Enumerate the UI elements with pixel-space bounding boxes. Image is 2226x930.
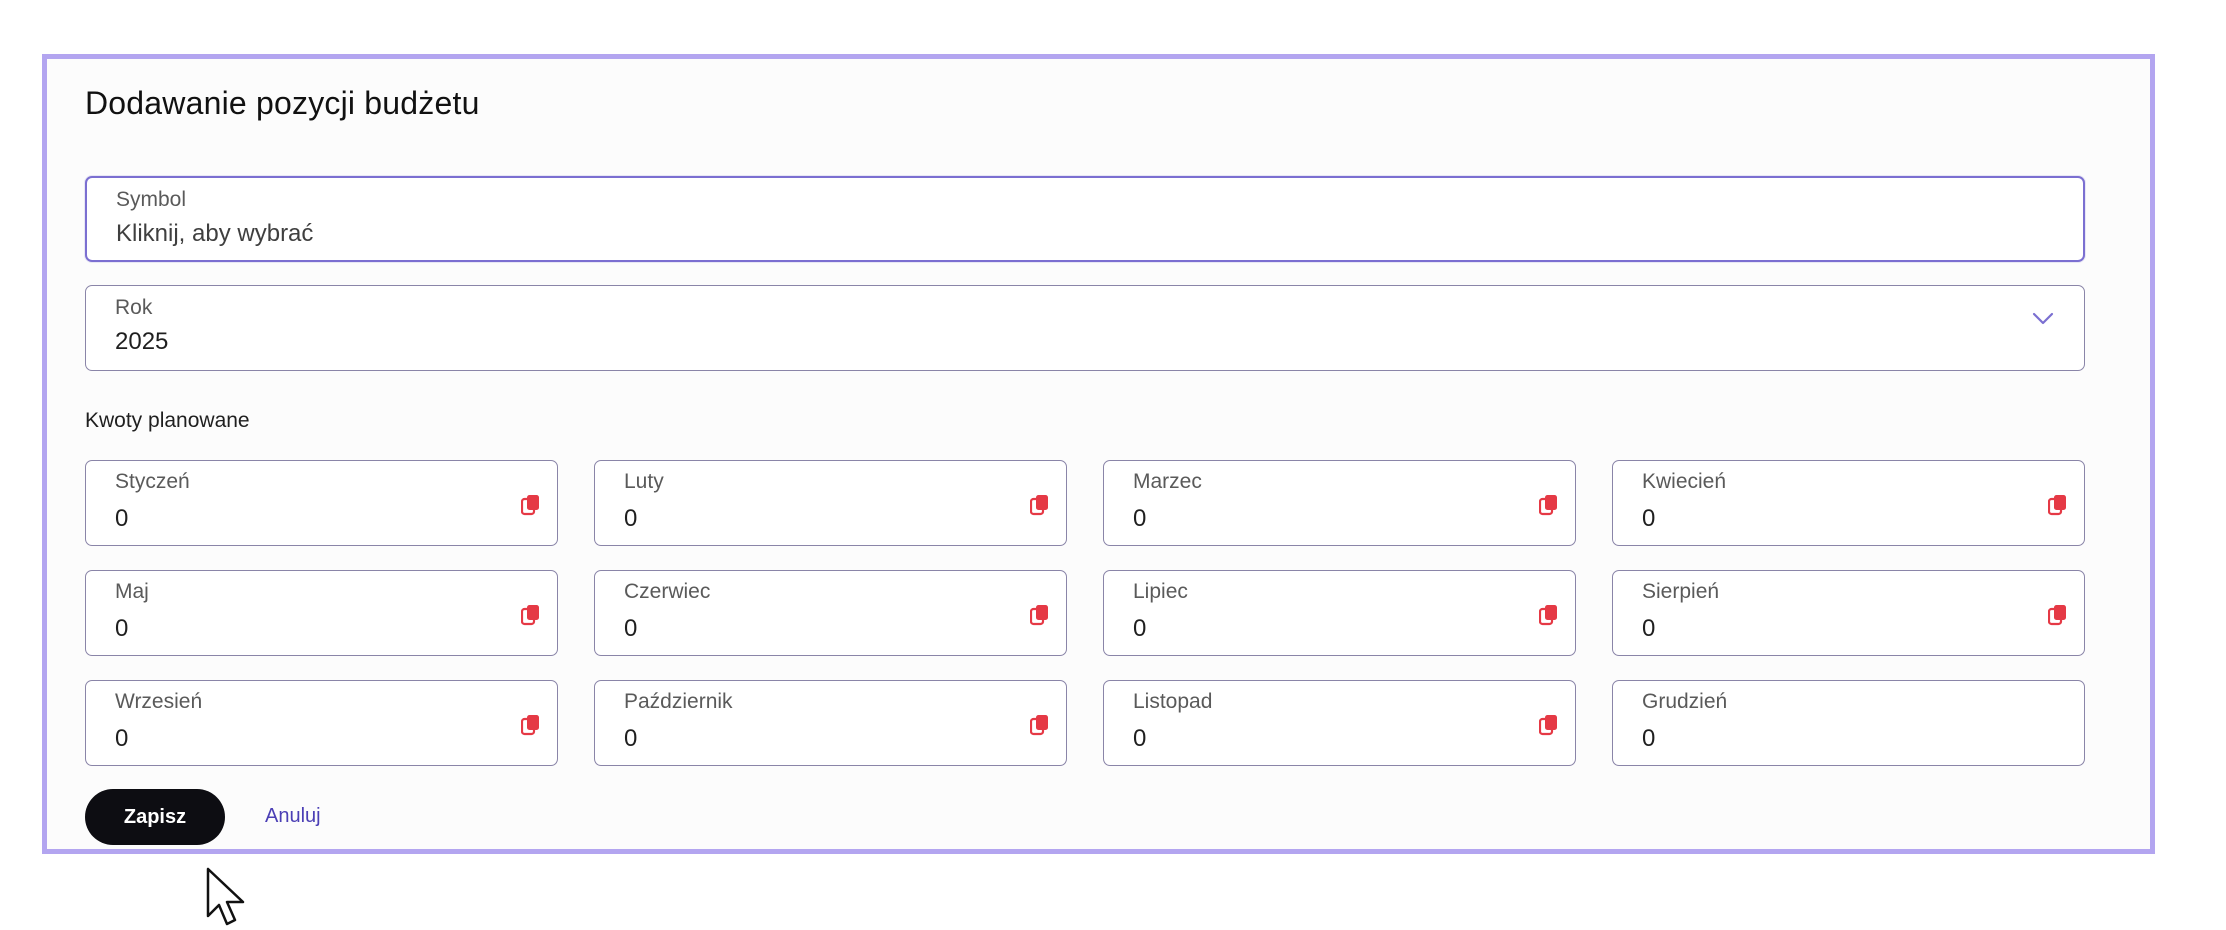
copy-icon[interactable] <box>1030 714 1050 736</box>
year-select[interactable]: Rok 2025 <box>85 285 2085 371</box>
amount-field[interactable]: Marzec 0 <box>1103 460 1576 546</box>
amount-field[interactable]: Kwiecień 0 <box>1612 460 2085 546</box>
symbol-field[interactable]: Symbol Kliknij, aby wybrać <box>85 176 2085 262</box>
amount-field-label: Marzec <box>1133 470 1202 493</box>
amount-field-value: 0 <box>1642 505 1656 532</box>
cancel-button[interactable]: Anuluj <box>265 805 321 828</box>
copy-icon[interactable] <box>2048 604 2068 626</box>
copy-icon[interactable] <box>2048 494 2068 516</box>
amount-field[interactable]: Grudzień 0 <box>1612 680 2085 766</box>
save-button[interactable]: Zapisz <box>85 789 225 845</box>
amount-field-value: 0 <box>1133 725 1147 752</box>
amount-field-label: Kwiecień <box>1642 470 1727 493</box>
amount-field[interactable]: Listopad 0 <box>1103 680 1576 766</box>
amount-field[interactable]: Sierpień 0 <box>1612 570 2085 656</box>
amount-field-label: Maj <box>115 580 149 603</box>
form-title: Dodawanie pozycji budżetu <box>85 85 480 121</box>
amount-field[interactable]: Czerwiec 0 <box>594 570 1067 656</box>
planned-amounts-label: Kwoty planowane <box>85 409 250 432</box>
copy-icon[interactable] <box>1539 494 1559 516</box>
amount-field-label: Grudzień <box>1642 690 1728 713</box>
mouse-pointer-icon <box>206 867 245 926</box>
amount-field-value: 0 <box>1133 505 1147 532</box>
copy-icon[interactable] <box>521 494 541 516</box>
budget-item-form: Dodawanie pozycji budżetu Symbol Kliknij… <box>42 54 2155 854</box>
copy-icon[interactable] <box>1539 714 1559 736</box>
amount-field-label: Czerwiec <box>624 580 711 603</box>
amount-field-value: 0 <box>1642 615 1656 642</box>
amount-field-label: Sierpień <box>1642 580 1720 603</box>
amount-field-value: 0 <box>115 505 129 532</box>
amount-field-value: 0 <box>624 615 638 642</box>
amount-field-label: Październik <box>624 690 733 713</box>
amount-field-label: Listopad <box>1133 690 1213 713</box>
amount-field[interactable]: Wrzesień 0 <box>85 680 558 766</box>
year-label: Rok <box>115 296 153 319</box>
amount-field-label: Luty <box>624 470 664 493</box>
amount-field-label: Wrzesień <box>115 690 203 713</box>
copy-icon[interactable] <box>1030 604 1050 626</box>
copy-icon[interactable] <box>1539 604 1559 626</box>
amount-field-label: Lipiec <box>1133 580 1188 603</box>
amount-field[interactable]: Październik 0 <box>594 680 1067 766</box>
amount-field-value: 0 <box>1642 725 1656 752</box>
amount-field[interactable]: Luty 0 <box>594 460 1067 546</box>
symbol-label: Symbol <box>116 188 187 211</box>
copy-icon[interactable] <box>521 714 541 736</box>
amount-field-value: 0 <box>624 505 638 532</box>
chevron-down-icon[interactable] <box>2032 312 2054 326</box>
amount-field-label: Styczeń <box>115 470 190 493</box>
amount-field[interactable]: Styczeń 0 <box>85 460 558 546</box>
symbol-placeholder: Kliknij, aby wybrać <box>116 220 314 247</box>
amount-field-value: 0 <box>624 725 638 752</box>
copy-icon[interactable] <box>521 604 541 626</box>
year-value: 2025 <box>115 328 169 355</box>
amount-field[interactable]: Lipiec 0 <box>1103 570 1576 656</box>
amount-field-value: 0 <box>1133 615 1147 642</box>
copy-icon[interactable] <box>1030 494 1050 516</box>
amount-field-value: 0 <box>115 615 129 642</box>
amount-field-value: 0 <box>115 725 129 752</box>
amount-field[interactable]: Maj 0 <box>85 570 558 656</box>
